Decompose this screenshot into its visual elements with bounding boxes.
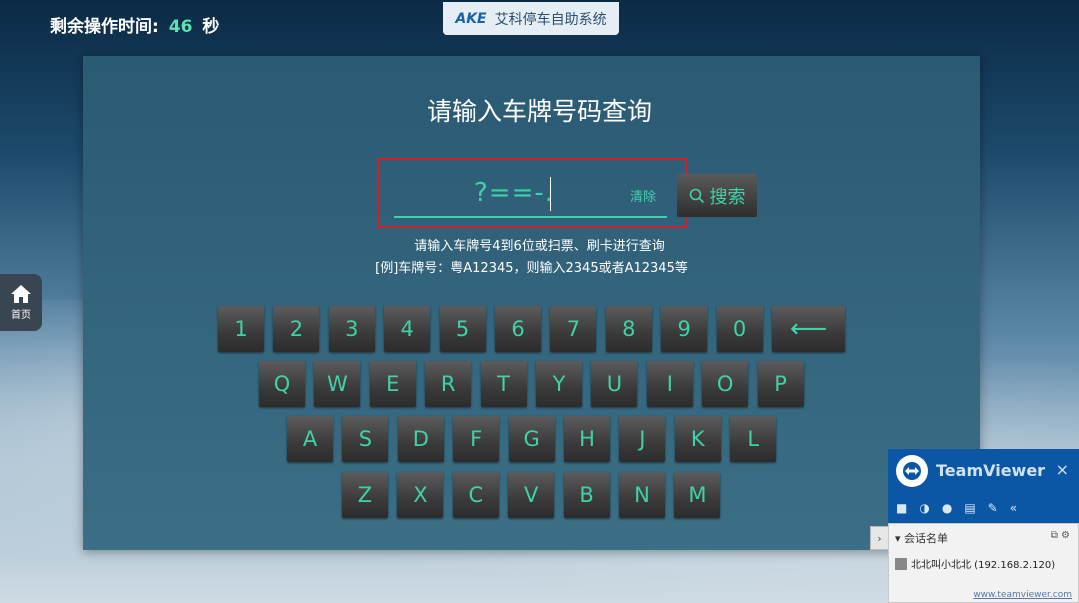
key-4[interactable]: 4 [384, 306, 431, 352]
key-5[interactable]: 5 [439, 306, 486, 352]
key-f[interactable]: F [453, 416, 500, 462]
text-caret [550, 177, 551, 211]
key-2[interactable]: 2 [273, 306, 320, 352]
timer-seconds: 46 [168, 17, 193, 37]
key-9[interactable]: 9 [661, 306, 708, 352]
backspace-key[interactable]: ⟵ [772, 306, 845, 352]
key-q[interactable]: Q [259, 361, 305, 407]
timer-unit: 秒 [202, 17, 220, 37]
home-icon [11, 285, 31, 303]
plate-input[interactable]: ?==-. [474, 178, 554, 208]
key-x[interactable]: X [397, 472, 444, 518]
teamviewer-close-button[interactable]: × [1056, 460, 1069, 479]
key-w[interactable]: W [314, 361, 361, 407]
search-icon [689, 188, 704, 203]
headset-icon[interactable]: ◑ [919, 501, 929, 515]
teamviewer-panel: TeamViewer × ■ ◑ ● ▤ ✎ « ▾ 会话名单 ⧉ ⚙ 北北叫小… [888, 449, 1079, 603]
key-b[interactable]: B [563, 472, 610, 518]
session-list-options-icon[interactable]: ⧉ ⚙ [1051, 530, 1070, 541]
video-icon[interactable]: ■ [896, 501, 907, 515]
session-list-label: ▾ 会话名单 [895, 532, 949, 545]
key-3[interactable]: 3 [328, 306, 375, 352]
key-1[interactable]: 1 [218, 306, 264, 352]
key-u[interactable]: U [591, 361, 638, 407]
user-avatar-icon [895, 557, 907, 570]
key-g[interactable]: G [508, 416, 555, 462]
chat-icon[interactable]: ● [942, 501, 952, 515]
page-title: 请输入车牌号码查询 [426, 97, 652, 126]
teamviewer-link[interactable]: www.teamviewer.com [973, 590, 1072, 600]
teamviewer-session-list: ▾ 会话名单 ⧉ ⚙ 北北叫小北北 (192.168.2.120) www.te… [888, 523, 1079, 603]
collapse-icon[interactable]: « [1010, 501, 1017, 515]
key-8[interactable]: 8 [605, 306, 652, 352]
teamviewer-title: TeamViewer [936, 461, 1046, 480]
teamviewer-expand-tab[interactable]: › [870, 526, 888, 550]
key-z[interactable]: Z [342, 472, 388, 518]
teamviewer-header: TeamViewer × ■ ◑ ● ▤ ✎ « [888, 449, 1079, 523]
key-7[interactable]: 7 [550, 306, 597, 352]
key-j[interactable]: J [619, 416, 666, 462]
key-k[interactable]: K [674, 416, 721, 462]
key-r[interactable]: R [425, 361, 472, 407]
home-label: 首页 [11, 310, 31, 321]
key-m[interactable]: M [674, 472, 721, 518]
files-icon[interactable]: ▤ [964, 501, 975, 515]
key-i[interactable]: I [646, 361, 693, 407]
key-n[interactable]: N [619, 472, 665, 518]
home-button[interactable]: 首页 [0, 274, 42, 331]
key-o[interactable]: O [702, 361, 749, 407]
clear-button[interactable]: 清除 [630, 186, 656, 205]
key-e[interactable]: E [369, 361, 416, 407]
key-c[interactable]: C [452, 472, 499, 518]
session-entry[interactable]: 北北叫小北北 (192.168.2.120) [895, 556, 1055, 571]
key-0[interactable]: 0 [716, 306, 763, 352]
brand-logo: AKE [455, 10, 487, 27]
session-entry-label: 北北叫小北北 (192.168.2.120) [911, 560, 1056, 571]
hint-line-1: 请输入车牌号4到6位或扫票、刷卡进行查询 [414, 239, 665, 254]
key-y[interactable]: Y [536, 361, 582, 407]
brand-name: 艾科停车自助系统 [494, 11, 607, 28]
key-l[interactable]: L [730, 416, 777, 462]
tools-icon[interactable]: ✎ [988, 501, 998, 515]
key-h[interactable]: H [564, 416, 610, 462]
key-t[interactable]: T [480, 361, 527, 407]
key-d[interactable]: D [397, 416, 444, 462]
countdown-timer: 剩余操作时间: 46 秒 [50, 12, 219, 37]
hint-line-2: [例]车牌号：粤A12345，则输入2345或者A12345等 [375, 261, 688, 276]
search-button[interactable]: 搜索 [677, 174, 757, 217]
timer-label: 剩余操作时间: [50, 17, 159, 37]
input-underline [394, 216, 667, 218]
key-a[interactable]: A [287, 416, 333, 462]
key-s[interactable]: S [342, 416, 389, 462]
search-label: 搜索 [709, 186, 746, 208]
brand-badge: AKE 艾科停车自助系统 [443, 2, 619, 35]
teamviewer-toolbar: ■ ◑ ● ▤ ✎ « [896, 501, 1017, 515]
teamviewer-logo-icon [896, 455, 928, 487]
key-6[interactable]: 6 [495, 306, 541, 352]
key-p[interactable]: P [757, 361, 804, 407]
key-v[interactable]: V [508, 472, 555, 518]
